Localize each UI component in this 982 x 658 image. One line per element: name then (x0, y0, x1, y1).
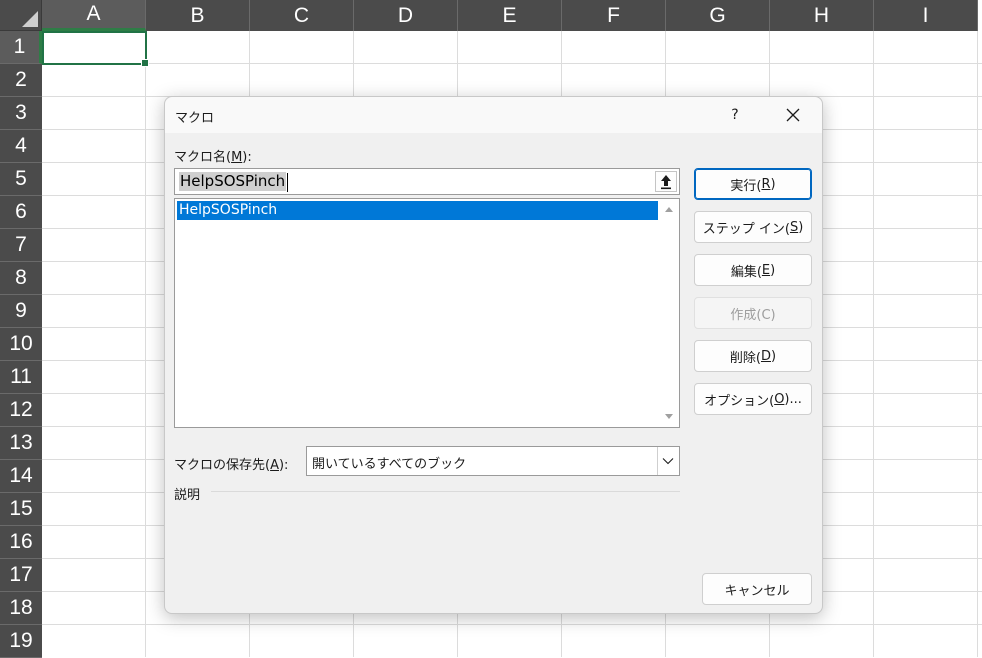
row-header-18[interactable]: 18 (0, 592, 42, 625)
column-header-h[interactable]: H (770, 0, 874, 31)
cancel-button[interactable]: キャンセル (702, 573, 812, 605)
collapse-dialog-button[interactable] (655, 171, 677, 192)
macros-in-select[interactable]: 開いているすべてのブック (306, 446, 680, 476)
column-header-b[interactable]: B (146, 0, 250, 31)
macro-name-value: HelpSOSPinch (179, 172, 287, 191)
list-scrollbar[interactable] (659, 199, 679, 427)
help-button[interactable]: ? (725, 105, 745, 125)
row-header-2[interactable]: 2 (0, 64, 42, 97)
row-header-9[interactable]: 9 (0, 295, 42, 328)
scroll-up-icon[interactable] (659, 203, 679, 215)
row-header-3[interactable]: 3 (0, 97, 42, 130)
row-header-1[interactable]: 1 (0, 31, 42, 64)
active-cell-a1[interactable] (42, 31, 149, 67)
list-item[interactable]: HelpSOSPinch (177, 201, 658, 220)
row-header-8[interactable]: 8 (0, 262, 42, 295)
fill-handle[interactable] (141, 59, 149, 67)
edit-button[interactable]: 編集(E) (694, 254, 812, 286)
row-header-14[interactable]: 14 (0, 460, 42, 493)
create-button: 作成(C) (694, 297, 812, 329)
macros-in-value: 開いているすべてのブック (312, 457, 467, 472)
macros-in-label: マクロの保存先(A): (174, 458, 289, 473)
step-into-button[interactable]: ステップ イン(S) (694, 211, 812, 243)
dialog-titlebar: マクロ ? (165, 97, 822, 133)
text-caret (287, 173, 288, 192)
description-label: 説明 (174, 488, 201, 503)
scroll-down-icon[interactable] (659, 411, 679, 423)
chevron-down-icon (662, 458, 674, 465)
upload-arrow-icon (661, 175, 671, 190)
row-header-5[interactable]: 5 (0, 163, 42, 196)
dialog-title: マクロ (175, 111, 215, 126)
column-header-c[interactable]: C (250, 0, 354, 31)
column-header-e[interactable]: E (458, 0, 562, 31)
row-header-6[interactable]: 6 (0, 196, 42, 229)
close-button[interactable] (781, 104, 805, 126)
description-divider (211, 491, 680, 492)
row-headers: 1 2 3 4 5 6 7 8 9 10 11 12 13 14 15 16 17 18 19 (0, 31, 42, 658)
macro-name-input[interactable]: HelpSOSPinch (174, 168, 680, 195)
column-headers: ABCDEFGHI (42, 0, 978, 31)
options-button[interactable]: オプション(O)... (694, 383, 812, 415)
row-header-19[interactable]: 19 (0, 625, 42, 658)
column-header-f[interactable]: F (562, 0, 666, 31)
row-header-10[interactable]: 10 (0, 328, 42, 361)
row-header-16[interactable]: 16 (0, 526, 42, 559)
row-header-12[interactable]: 12 (0, 394, 42, 427)
row-header-11[interactable]: 11 (0, 361, 42, 394)
row-header-15[interactable]: 15 (0, 493, 42, 526)
select-all-corner[interactable] (0, 0, 42, 31)
row-header-13[interactable]: 13 (0, 427, 42, 460)
column-header-g[interactable]: G (666, 0, 770, 31)
macro-dialog: マクロ ? マクロ名(M): HelpSOSPinch HelpSOSPinch… (164, 96, 823, 614)
row-header-7[interactable]: 7 (0, 229, 42, 262)
dropdown-button[interactable] (657, 447, 679, 475)
close-icon (786, 108, 800, 122)
column-header-d[interactable]: D (354, 0, 458, 31)
column-header-i[interactable]: I (874, 0, 978, 31)
run-button[interactable]: 実行(R) (694, 168, 812, 200)
delete-button[interactable]: 削除(D) (694, 340, 812, 372)
macro-list[interactable]: HelpSOSPinch (174, 198, 680, 428)
column-header-a[interactable]: A (42, 0, 146, 31)
row-header-4[interactable]: 4 (0, 130, 42, 163)
row-header-17[interactable]: 17 (0, 559, 42, 592)
macro-name-label: マクロ名(M): (174, 150, 252, 165)
